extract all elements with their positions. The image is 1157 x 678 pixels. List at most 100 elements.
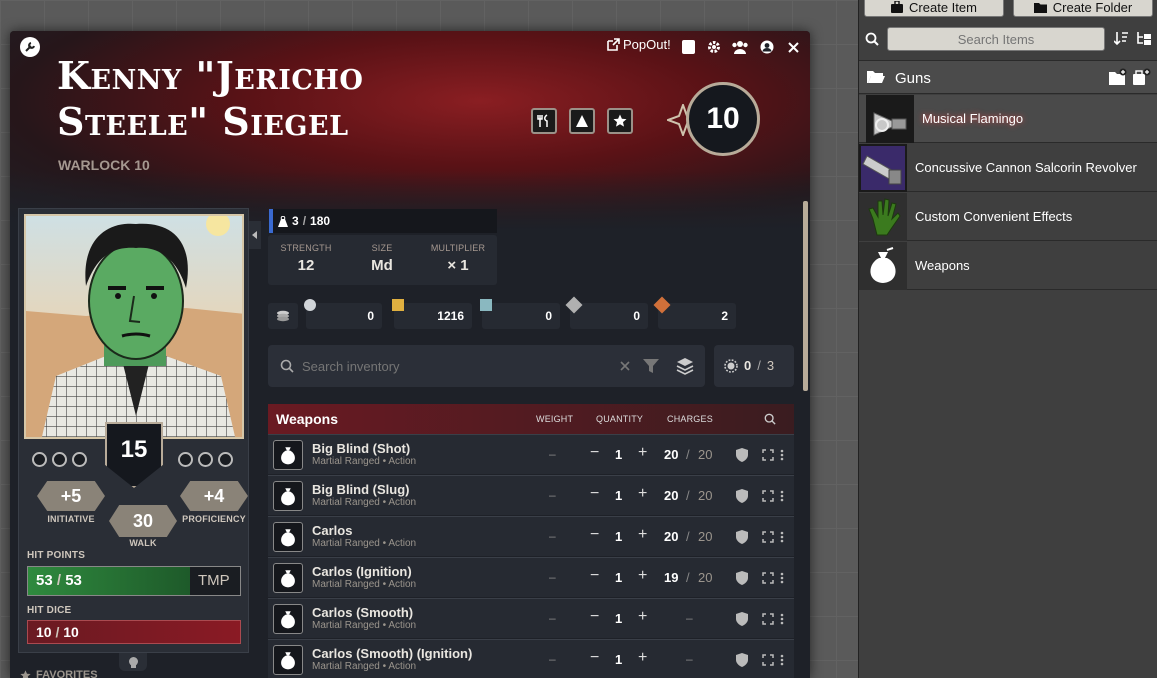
increase-quantity-button[interactable]: +: [638, 526, 647, 544]
equip-shield-icon[interactable]: [736, 571, 748, 585]
sheet-icon[interactable]: [682, 40, 695, 54]
inspiration-button[interactable]: [607, 108, 633, 134]
weapon-charges[interactable]: 20: [664, 529, 678, 544]
death-save-failure[interactable]: [218, 452, 233, 467]
item-entry[interactable]: Musical Flamingo: [859, 94, 1157, 143]
hit-dice-bar[interactable]: 10 / 10: [27, 620, 241, 644]
wrench-icon[interactable]: [20, 37, 40, 57]
skull-icon[interactable]: [119, 653, 147, 671]
hit-points-bar[interactable]: 53 / 53 TMP: [27, 566, 241, 596]
gear-icon[interactable]: [707, 40, 721, 54]
create-subfolder-icon[interactable]: [1133, 68, 1151, 85]
platinum-field[interactable]: 0: [306, 303, 382, 329]
expand-icon[interactable]: [762, 449, 774, 461]
equip-shield-icon[interactable]: [736, 448, 748, 462]
armor-class-shield[interactable]: 15: [105, 422, 163, 488]
item-entry[interactable]: Custom Convenient Effects: [859, 192, 1157, 241]
expand-icon[interactable]: [762, 613, 774, 625]
sack-icon[interactable]: [273, 481, 303, 511]
more-options-icon[interactable]: [780, 490, 784, 502]
decrease-quantity-button[interactable]: −: [590, 567, 599, 585]
favorites-header[interactable]: FAVORITES: [20, 669, 98, 678]
weapon-quantity[interactable]: 1: [615, 488, 622, 503]
sheet-scrollbar[interactable]: [803, 201, 808, 391]
sack-icon[interactable]: [273, 440, 303, 470]
collapse-folders-icon[interactable]: [1136, 31, 1152, 46]
equip-shield-icon[interactable]: [736, 653, 748, 667]
users-icon[interactable]: [731, 40, 749, 54]
popout-button[interactable]: PopOut!: [607, 37, 671, 52]
sack-icon[interactable]: [273, 604, 303, 634]
increase-quantity-button[interactable]: +: [638, 485, 647, 503]
weapon-quantity[interactable]: 1: [615, 570, 622, 585]
more-options-icon[interactable]: [780, 449, 784, 461]
gold-field[interactable]: 1216: [394, 303, 472, 329]
weapon-quantity[interactable]: 1: [615, 529, 622, 544]
more-options-icon[interactable]: [780, 613, 784, 625]
weapon-name[interactable]: Big Blind (Shot): [312, 441, 410, 456]
weapon-row[interactable]: Big Blind (Slug) Martial Ranged • Action –…: [268, 475, 794, 515]
increase-quantity-button[interactable]: +: [638, 444, 647, 462]
create-item-in-folder-icon[interactable]: [1109, 68, 1127, 85]
convert-currency-button[interactable]: [268, 303, 298, 329]
equip-shield-icon[interactable]: [736, 612, 748, 626]
clear-icon[interactable]: [620, 361, 630, 371]
initiative-value[interactable]: +5: [37, 481, 105, 511]
weapon-charges[interactable]: 20: [664, 488, 678, 503]
decrease-quantity-button[interactable]: −: [590, 444, 599, 462]
expand-icon[interactable]: [762, 654, 774, 666]
weapon-quantity[interactable]: 1: [615, 611, 622, 626]
collapse-sidebar-button[interactable]: [249, 221, 261, 249]
encumbrance-bar[interactable]: 3/180: [269, 209, 497, 233]
item-entry[interactable]: Weapons: [859, 241, 1157, 290]
equip-shield-icon[interactable]: [736, 530, 748, 544]
death-save-failure[interactable]: [178, 452, 193, 467]
sack-icon[interactable]: [273, 645, 303, 675]
inventory-search-input[interactable]: [302, 355, 602, 377]
weapon-name[interactable]: Carlos (Smooth): [312, 605, 413, 620]
death-save-success[interactable]: [32, 452, 47, 467]
short-rest-button[interactable]: [531, 108, 557, 134]
search-icon[interactable]: [764, 413, 776, 425]
sack-icon[interactable]: [273, 563, 303, 593]
death-save-success[interactable]: [52, 452, 67, 467]
equip-shield-icon[interactable]: [736, 489, 748, 503]
weapon-name[interactable]: Carlos (Ignition): [312, 564, 412, 579]
decrease-quantity-button[interactable]: −: [590, 526, 599, 544]
increase-quantity-button[interactable]: +: [638, 649, 647, 667]
electrum-field[interactable]: 0: [482, 303, 560, 329]
filter-icon[interactable]: [643, 359, 659, 373]
layers-icon[interactable]: [676, 357, 694, 375]
user-circle-icon[interactable]: [760, 40, 774, 54]
folder-guns[interactable]: Guns: [859, 60, 1157, 94]
more-options-icon[interactable]: [780, 531, 784, 543]
weapon-quantity[interactable]: 1: [615, 447, 622, 462]
long-rest-button[interactable]: [569, 108, 595, 134]
weapon-name[interactable]: Big Blind (Slug): [312, 482, 409, 497]
item-entry[interactable]: Concussive Cannon Salcorin Revolver: [859, 143, 1157, 192]
weapon-charges[interactable]: 19: [664, 570, 678, 585]
silver-field[interactable]: 0: [570, 303, 648, 329]
weapon-charges[interactable]: 20: [664, 447, 678, 462]
weapons-section-header[interactable]: Weapons WEIGHT QUANTITY CHARGES: [268, 404, 794, 434]
weapon-row[interactable]: Big Blind (Shot) Martial Ranged • Action –…: [268, 434, 794, 474]
sort-icon[interactable]: [1114, 31, 1129, 46]
walk-value[interactable]: 30: [109, 505, 177, 537]
increase-quantity-button[interactable]: +: [638, 608, 647, 626]
death-save-success[interactable]: [72, 452, 87, 467]
character-portrait[interactable]: [24, 214, 244, 439]
more-options-icon[interactable]: [780, 654, 784, 666]
expand-icon[interactable]: [762, 490, 774, 502]
create-folder-button[interactable]: Create Folder: [1013, 0, 1153, 17]
death-save-failure[interactable]: [198, 452, 213, 467]
weapon-row[interactable]: Carlos Martial Ranged • Action – −1 +20/20: [268, 516, 794, 556]
sack-icon[interactable]: [273, 522, 303, 552]
decrease-quantity-button[interactable]: −: [590, 649, 599, 667]
decrease-quantity-button[interactable]: −: [590, 485, 599, 503]
temp-hp-label[interactable]: TMP: [198, 572, 230, 589]
copper-field[interactable]: 2: [658, 303, 736, 329]
expand-icon[interactable]: [762, 572, 774, 584]
close-icon[interactable]: [788, 42, 799, 53]
decrease-quantity-button[interactable]: −: [590, 608, 599, 626]
items-search-input[interactable]: [887, 27, 1105, 51]
